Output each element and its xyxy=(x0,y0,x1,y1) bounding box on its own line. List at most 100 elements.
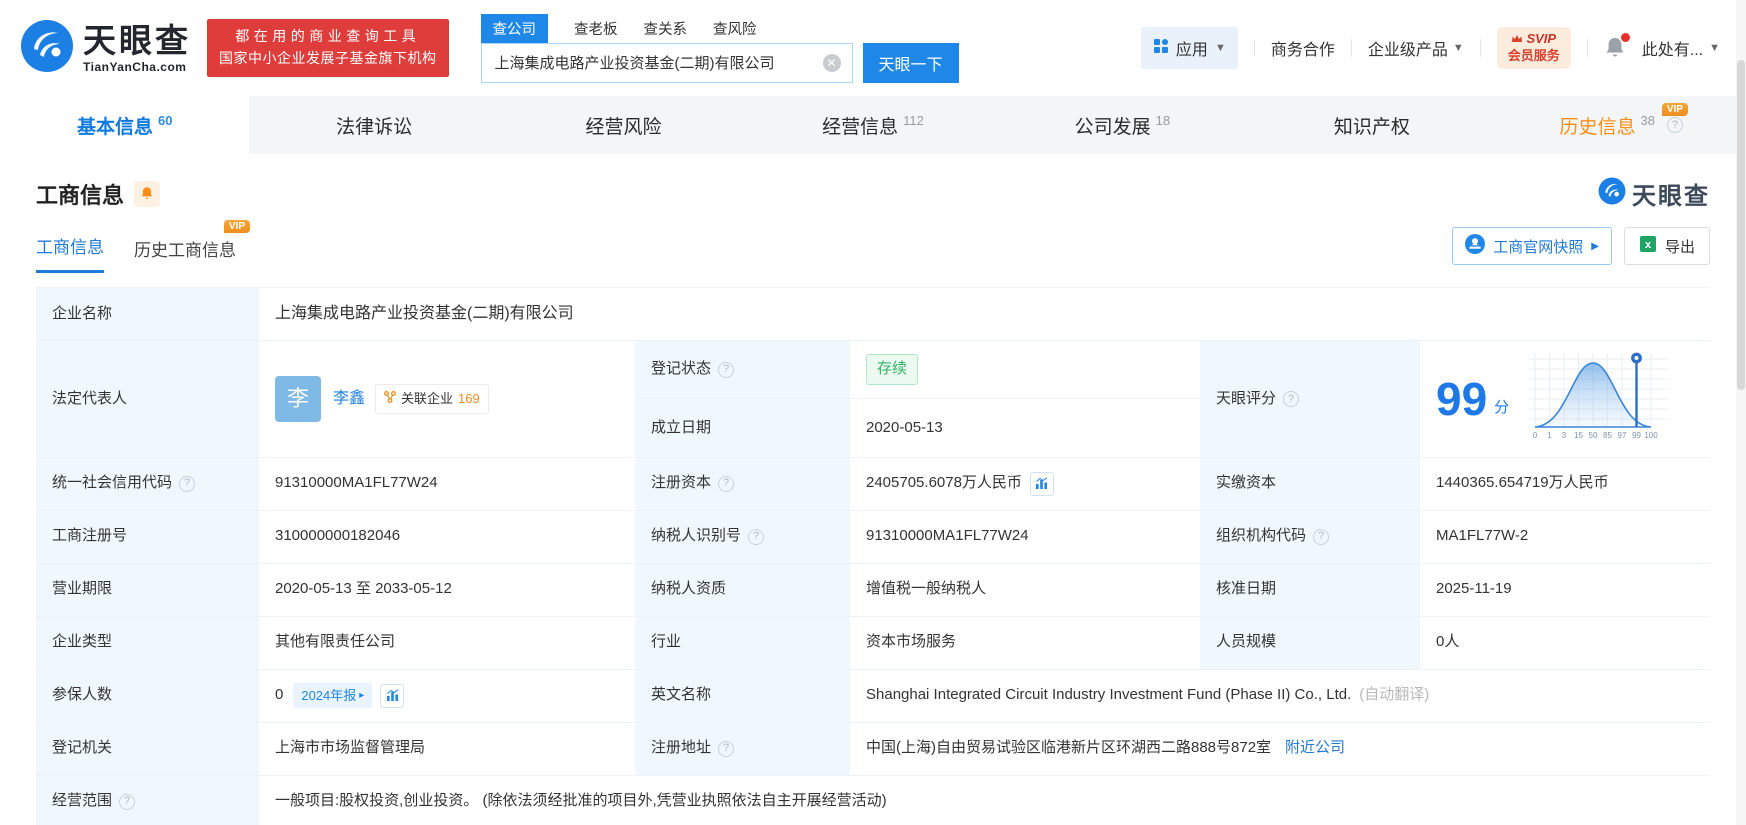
help-icon[interactable]: ? xyxy=(119,793,136,810)
tab-count: 38 xyxy=(1640,112,1655,128)
apps-menu-button[interactable]: 应用 ▼ xyxy=(1140,27,1238,69)
export-button[interactable]: x 导出 xyxy=(1623,227,1710,265)
help-icon[interactable]: ? xyxy=(718,361,735,378)
field-label-english-name: 英文名称 xyxy=(635,669,850,723)
search-tab-risk[interactable]: 查风险 xyxy=(713,14,757,43)
field-label-business-scope: 经营范围 ? xyxy=(36,775,259,825)
help-icon[interactable]: ? xyxy=(179,475,196,492)
field-label-taxpayer-quality: 纳税人资质 xyxy=(635,563,850,617)
divider xyxy=(1586,39,1588,57)
svg-text:3: 3 xyxy=(1562,431,1567,440)
score-distribution-chart: 0 1 3 15 50 85 97 99 100 xyxy=(1523,349,1675,449)
tab-label: 历史信息 xyxy=(1559,116,1636,138)
capital-trend-chart-icon[interactable] xyxy=(1029,471,1054,496)
label-text: 登记状态 xyxy=(651,360,712,378)
nav-enterprise[interactable]: 企业级产品 ▼ xyxy=(1368,36,1464,60)
field-label-registration-number: 工商注册号 xyxy=(36,510,259,564)
search-tab-relation[interactable]: 查关系 xyxy=(644,14,688,43)
help-icon[interactable]: ? xyxy=(718,740,735,757)
tab-company-development[interactable]: 公司发展 18 xyxy=(998,96,1247,154)
field-label-staff-size: 人员规模 xyxy=(1200,616,1420,670)
svg-text:0: 0 xyxy=(1533,431,1538,440)
page-header: 天眼查 TianYanCha.com 都在用的商业查询工具 国家中小企业发展子基… xyxy=(0,0,1746,96)
label-text: 注册资本 xyxy=(651,474,712,492)
search-tab-boss[interactable]: 查老板 xyxy=(574,14,618,43)
notification-bell-icon[interactable] xyxy=(1604,33,1630,60)
vip-badge: VIP xyxy=(1661,103,1688,116)
legal-rep-avatar[interactable]: 李 xyxy=(275,375,321,422)
subtab-history-business-info[interactable]: VIP 历史工商信息 xyxy=(134,220,250,273)
top-nav: 应用 ▼ 商务合作 企业级产品 ▼ SVIP 会员服务 此处有... ▼ xyxy=(1140,27,1720,69)
nav-cooperation[interactable]: 商务合作 xyxy=(1271,36,1335,60)
slogan-banner: 都在用的商业查询工具 国家中小企业发展子基金旗下机构 xyxy=(207,19,449,77)
svg-text:100: 100 xyxy=(1645,431,1659,440)
tab-label: 基本信息 xyxy=(76,116,153,138)
user-name: 此处有... xyxy=(1641,42,1704,59)
field-label-approval-date: 核准日期 xyxy=(1200,563,1420,617)
search-tab-company[interactable]: 查公司 xyxy=(480,13,548,43)
tab-label: 经营风险 xyxy=(585,116,662,138)
annual-report-badge[interactable]: 2024年报 ▸ xyxy=(293,682,373,709)
monitor-bell-icon[interactable] xyxy=(134,180,161,207)
chevron-down-icon: ▼ xyxy=(1452,42,1464,54)
field-value-taxpayer-quality: 增值税一般纳税人 xyxy=(850,563,1200,617)
legal-rep-name-link[interactable]: 李鑫 xyxy=(333,387,365,411)
subtab-label: 历史工商信息 xyxy=(134,241,236,260)
score-value: 99 xyxy=(1436,372,1488,425)
help-icon[interactable]: ? xyxy=(1666,117,1683,133)
tab-business-info[interactable]: 经营信息 112 xyxy=(748,96,997,154)
label-text: 注册地址 xyxy=(651,739,712,757)
help-icon[interactable]: ? xyxy=(748,528,765,545)
tab-basic-info[interactable]: 基本信息 60 xyxy=(0,96,250,154)
search-button[interactable]: 天眼一下 xyxy=(862,42,959,83)
tab-count: 112 xyxy=(903,112,924,128)
field-label-insured-count: 参保人数 xyxy=(36,669,259,723)
field-value-registration-number: 310000000182046 xyxy=(259,510,635,564)
business-info-table: 企业名称 上海集成电路产业投资基金(二期)有限公司 法定代表人 李 李鑫 关联企… xyxy=(36,287,1710,825)
field-value-org-code: MA1FL77W-2 xyxy=(1420,510,1710,564)
watermark-logo: 天眼查 xyxy=(1598,176,1710,211)
field-label-company-type: 企业类型 xyxy=(36,616,259,670)
field-label-establish-date: 成立日期 xyxy=(635,399,850,458)
crown-icon xyxy=(1511,31,1523,48)
help-icon[interactable]: ? xyxy=(718,475,735,492)
brand-domain: TianYanCha.com xyxy=(83,59,187,74)
scrollbar-thumb[interactable] xyxy=(1737,60,1745,390)
divider xyxy=(1253,39,1255,57)
field-value-english-name: Shanghai Integrated Circuit Industry Inv… xyxy=(850,669,1710,723)
tab-label: 经营信息 xyxy=(822,116,899,138)
svg-text:x: x xyxy=(1645,239,1652,251)
svip-member-button[interactable]: SVIP 会员服务 xyxy=(1496,27,1571,69)
tab-label: 法律诉讼 xyxy=(336,116,413,138)
field-value-registered-capital: 2405705.6078万人民币 xyxy=(850,457,1200,511)
excel-icon: x xyxy=(1639,235,1657,257)
field-value-approval-date: 2025-11-19 xyxy=(1420,563,1710,617)
nearby-companies-link[interactable]: 附近公司 xyxy=(1285,737,1345,760)
subtab-business-info[interactable]: 工商信息 xyxy=(36,233,104,273)
snapshot-label: 工商官网快照 xyxy=(1493,238,1584,256)
official-snapshot-button[interactable]: 工商官网快照 ▶ xyxy=(1452,227,1612,265)
related-companies-count: 169 xyxy=(458,391,480,406)
svg-text:99: 99 xyxy=(1632,431,1641,440)
field-label-legal-representative: 法定代表人 xyxy=(36,341,259,458)
tab-intellectual-property[interactable]: 知识产权 xyxy=(1247,96,1496,154)
tab-history-info[interactable]: VIP 历史信息 38 ? xyxy=(1497,96,1746,154)
svip-member-label: 会员服务 xyxy=(1507,48,1560,63)
value-text: Shanghai Integrated Circuit Industry Inv… xyxy=(866,686,1352,704)
tab-operation-risk[interactable]: 经营风险 xyxy=(499,96,748,154)
scrollbar-track[interactable] xyxy=(1736,0,1746,825)
search-input[interactable] xyxy=(480,42,853,83)
value-text: 2405705.6078万人民币 xyxy=(866,474,1022,492)
tianyancha-logo[interactable]: 天眼查 TianYanCha.com xyxy=(20,19,191,78)
user-menu[interactable]: 此处有... ▼ xyxy=(1642,36,1720,60)
field-label-industry: 行业 xyxy=(635,616,850,670)
tab-label: 知识产权 xyxy=(1333,116,1410,138)
related-companies-badge[interactable]: 关联企业 169 xyxy=(375,384,489,414)
tab-legal-lawsuits[interactable]: 法律诉讼 xyxy=(249,96,498,154)
insured-trend-chart-icon[interactable] xyxy=(380,683,405,708)
help-icon[interactable]: ? xyxy=(1313,528,1330,545)
field-value-company-name: 上海集成电路产业投资基金(二期)有限公司 xyxy=(259,288,1710,341)
clear-search-icon[interactable]: ✕ xyxy=(822,53,841,72)
help-icon[interactable]: ? xyxy=(1283,390,1300,407)
watermark-text: 天眼查 xyxy=(1632,183,1710,210)
